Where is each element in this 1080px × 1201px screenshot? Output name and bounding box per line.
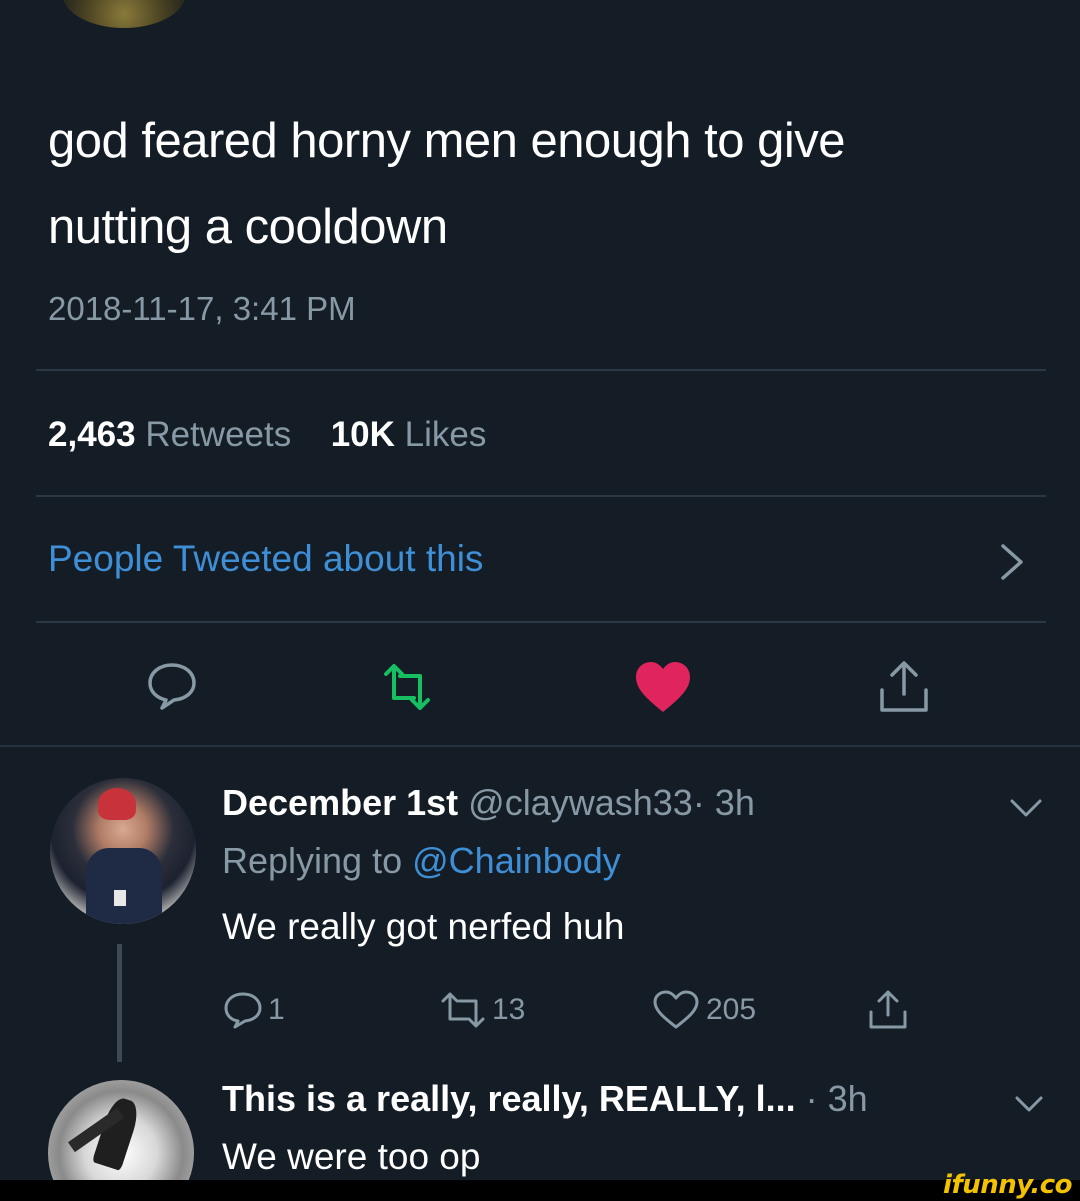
retweets-count[interactable]: 2,463 bbox=[48, 415, 136, 454]
thread-line bbox=[117, 944, 122, 1062]
retweet-count: 13 bbox=[492, 993, 526, 1026]
tweet-text-line-2: nutting a cooldown bbox=[48, 200, 448, 254]
retweet-icon[interactable] bbox=[380, 664, 434, 710]
heart-filled-icon[interactable] bbox=[634, 660, 692, 714]
divider bbox=[36, 495, 1046, 497]
avatar[interactable] bbox=[50, 778, 196, 924]
divider bbox=[0, 745, 1080, 747]
reply-header[interactable]: This is a really, really, REALLY, l... ·… bbox=[222, 1078, 868, 1120]
likes-label[interactable]: Likes bbox=[405, 415, 487, 454]
watermark-bar bbox=[0, 1180, 1080, 1201]
reply-count: 1 bbox=[268, 993, 285, 1026]
speech-bubble-icon[interactable] bbox=[146, 660, 198, 712]
reply-retweet-button[interactable]: 13 bbox=[438, 990, 525, 1030]
share-icon bbox=[869, 990, 907, 1029]
reply-like-button[interactable]: 205 bbox=[650, 990, 756, 1030]
reply-author-handle[interactable]: @claywash33 bbox=[468, 782, 693, 823]
chevron-down-icon[interactable] bbox=[1006, 794, 1046, 822]
speech-bubble-icon bbox=[224, 992, 262, 1029]
replying-mention[interactable]: @Chainbody bbox=[412, 840, 621, 881]
tweet-text: god feared horny men enough to give nutt… bbox=[48, 98, 1048, 270]
reply-body: We were too op bbox=[222, 1136, 481, 1177]
divider bbox=[36, 621, 1046, 623]
tweet-timestamp: 2018-11-17, 3:41 PM bbox=[48, 290, 356, 327]
avatar-hat bbox=[98, 788, 136, 820]
chevron-down-icon[interactable] bbox=[1012, 1092, 1046, 1116]
retweets-label[interactable]: Retweets bbox=[145, 415, 291, 454]
reply-time: · 3h bbox=[805, 1078, 868, 1119]
watermark-logo: ifunny.co bbox=[943, 1170, 1072, 1200]
retweet-icon bbox=[441, 992, 485, 1028]
author-avatar[interactable] bbox=[62, 0, 186, 28]
reply-author-name[interactable]: This is a really, really, REALLY, l... bbox=[222, 1078, 796, 1119]
tweet-stats: 2,463 Retweets 10K Likes bbox=[48, 415, 486, 455]
people-tweeted-link[interactable]: People Tweeted about this bbox=[48, 538, 483, 580]
share-icon[interactable] bbox=[876, 660, 932, 714]
avatar-shirt bbox=[86, 848, 162, 924]
reply-header[interactable]: December 1st @claywash33· 3h bbox=[222, 782, 755, 824]
reply-body: We really got nerfed huh bbox=[222, 906, 625, 947]
reply-share-button[interactable] bbox=[866, 990, 914, 1030]
divider bbox=[36, 369, 1046, 371]
tweet-text-line-1: god feared horny men enough to give bbox=[48, 114, 846, 168]
reply-time: · 3h bbox=[692, 782, 755, 823]
replying-to: Replying to @Chainbody bbox=[222, 840, 621, 882]
replying-prefix: Replying to bbox=[222, 840, 403, 881]
heart-icon bbox=[653, 990, 699, 1029]
likes-count[interactable]: 10K bbox=[331, 415, 395, 454]
reply-author-name[interactable]: December 1st bbox=[222, 782, 458, 823]
reply-reply-button[interactable]: 1 bbox=[222, 990, 285, 1030]
avatar-badge bbox=[114, 890, 126, 906]
like-count: 205 bbox=[706, 993, 757, 1026]
chevron-right-icon[interactable] bbox=[995, 540, 1029, 584]
